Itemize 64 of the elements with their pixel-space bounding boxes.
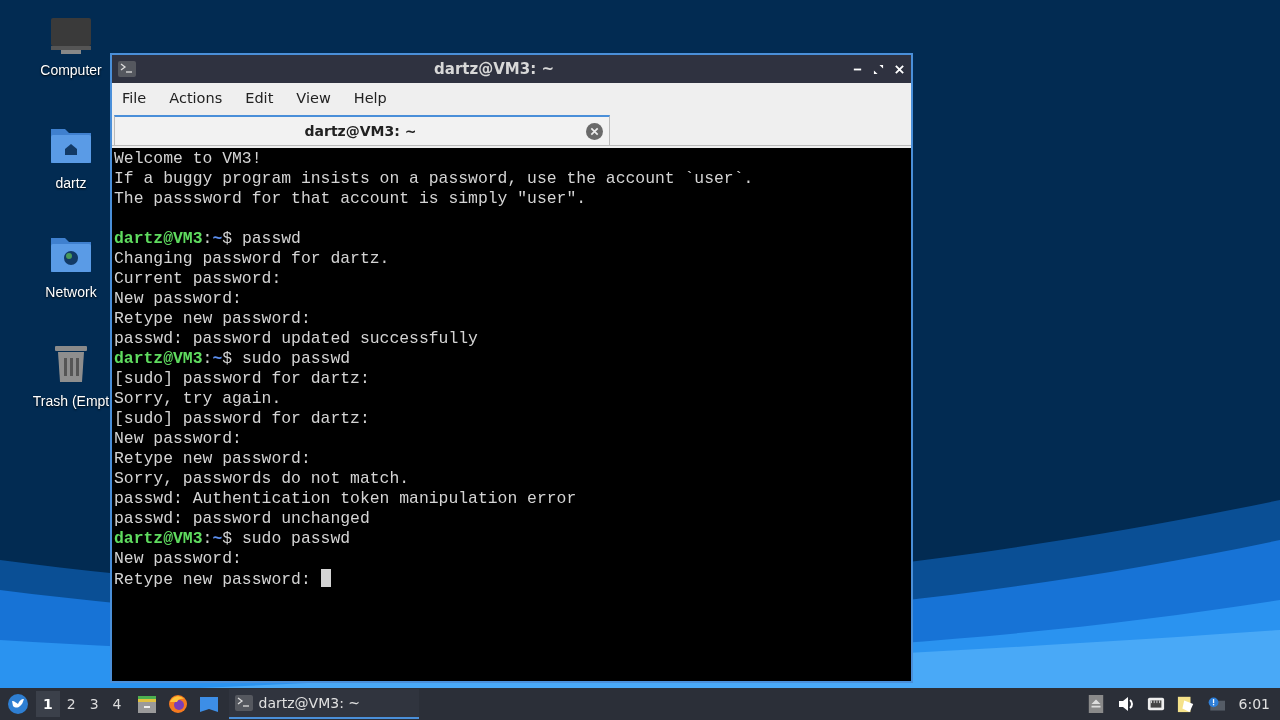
close-icon[interactable]: [894, 63, 905, 75]
terminal-line: The passsword for that account is simply "user".: [114, 189, 587, 208]
terminal-line: sudo passwd: [241, 529, 351, 548]
terminal-line: Welcome to VM3!: [114, 149, 262, 168]
prompt-symbol: $: [222, 529, 233, 548]
prompt-separator: :: [202, 349, 213, 368]
restore-icon[interactable]: [873, 63, 884, 75]
terminal-line: Current password:: [114, 269, 282, 288]
prompt-separator: :: [202, 529, 213, 548]
file-cabinet-icon[interactable]: [136, 694, 157, 714]
window-title: dartz@VM3: ~: [433, 60, 555, 78]
menu-item[interactable]: Actions: [159, 90, 233, 106]
terminal-line: Sorry, passwords do not match.: [114, 469, 410, 488]
notification-icon[interactable]: [1206, 695, 1225, 713]
terminal-line: New password:: [114, 289, 242, 308]
terminal-line: Changing password for dartz.: [114, 249, 390, 268]
terminal-line: [sudo] password for dartz:: [114, 369, 370, 388]
terminal-line: If a buggy program insists on a password, use the account `user`.: [114, 169, 754, 188]
tab-label: dartz@VM3: ~: [303, 123, 418, 139]
prompt-user: dartz@VM3: [114, 349, 203, 368]
ethernet-icon[interactable]: [1146, 695, 1165, 713]
computer-icon[interactable]: [49, 16, 93, 56]
volume-icon[interactable]: [1116, 695, 1135, 713]
menu-item[interactable]: File: [112, 90, 157, 106]
clock: 6:01: [1238, 696, 1270, 712]
workspace-button[interactable]: 3: [82, 691, 106, 717]
terminal-line: passwd: [241, 229, 301, 248]
terminal-line: New password:: [114, 549, 242, 568]
prompt-separator: :: [202, 229, 213, 248]
icon-label[interactable]: Computer: [40, 62, 102, 78]
prompt-path: ~: [212, 349, 223, 368]
terminal-line: Retype new password:: [114, 570, 312, 589]
prompt-path: ~: [212, 229, 223, 248]
taskbar-button[interactable]: dartz@VM3: ~: [228, 689, 419, 719]
terminal-icon: [234, 695, 253, 711]
prompt-symbol: $: [222, 349, 233, 368]
icon-label[interactable]: Network: [45, 284, 97, 300]
desktop-icon[interactable]: [198, 694, 219, 714]
eject-icon[interactable]: [1086, 695, 1105, 713]
menu-item[interactable]: Edit: [235, 90, 284, 106]
terminal-icon: [118, 61, 136, 77]
menu-item[interactable]: View: [286, 90, 341, 106]
workspace-button[interactable]: 1: [36, 691, 60, 717]
prompt-user: dartz@VM3: [114, 529, 203, 548]
terminal-line: [sudo] password for dartz:: [114, 409, 370, 428]
prompt-symbol: $: [222, 229, 233, 248]
prompt-user: dartz@VM3: [114, 229, 203, 248]
tab[interactable]: dartz@VM3: ~: [114, 115, 610, 145]
terminal-line: sudo passwd: [241, 349, 351, 368]
icon-label[interactable]: Trash (Empt: [32, 393, 110, 409]
terminal-line: Sorry, try again.: [114, 389, 282, 408]
icon-label[interactable]: dartz: [55, 175, 87, 191]
workspace-button[interactable]: 2: [59, 691, 83, 717]
terminal-line: Retype new password:: [114, 449, 311, 468]
terminal-line: New password:: [114, 429, 242, 448]
workspace-button[interactable]: 4: [105, 691, 129, 717]
terminal-line: passwd: password updated successfully: [114, 329, 478, 348]
menu-item[interactable]: Help: [343, 90, 397, 106]
close-tab-icon[interactable]: [586, 122, 603, 140]
terminal-line: passwd: password unchanged: [114, 509, 370, 528]
prompt-path: ~: [212, 529, 223, 548]
terminal-line: Retype new password:: [114, 309, 311, 328]
terminal-line: passwd: Authentication token manipulation error: [114, 489, 577, 508]
clipboard-icon[interactable]: [1176, 695, 1195, 713]
